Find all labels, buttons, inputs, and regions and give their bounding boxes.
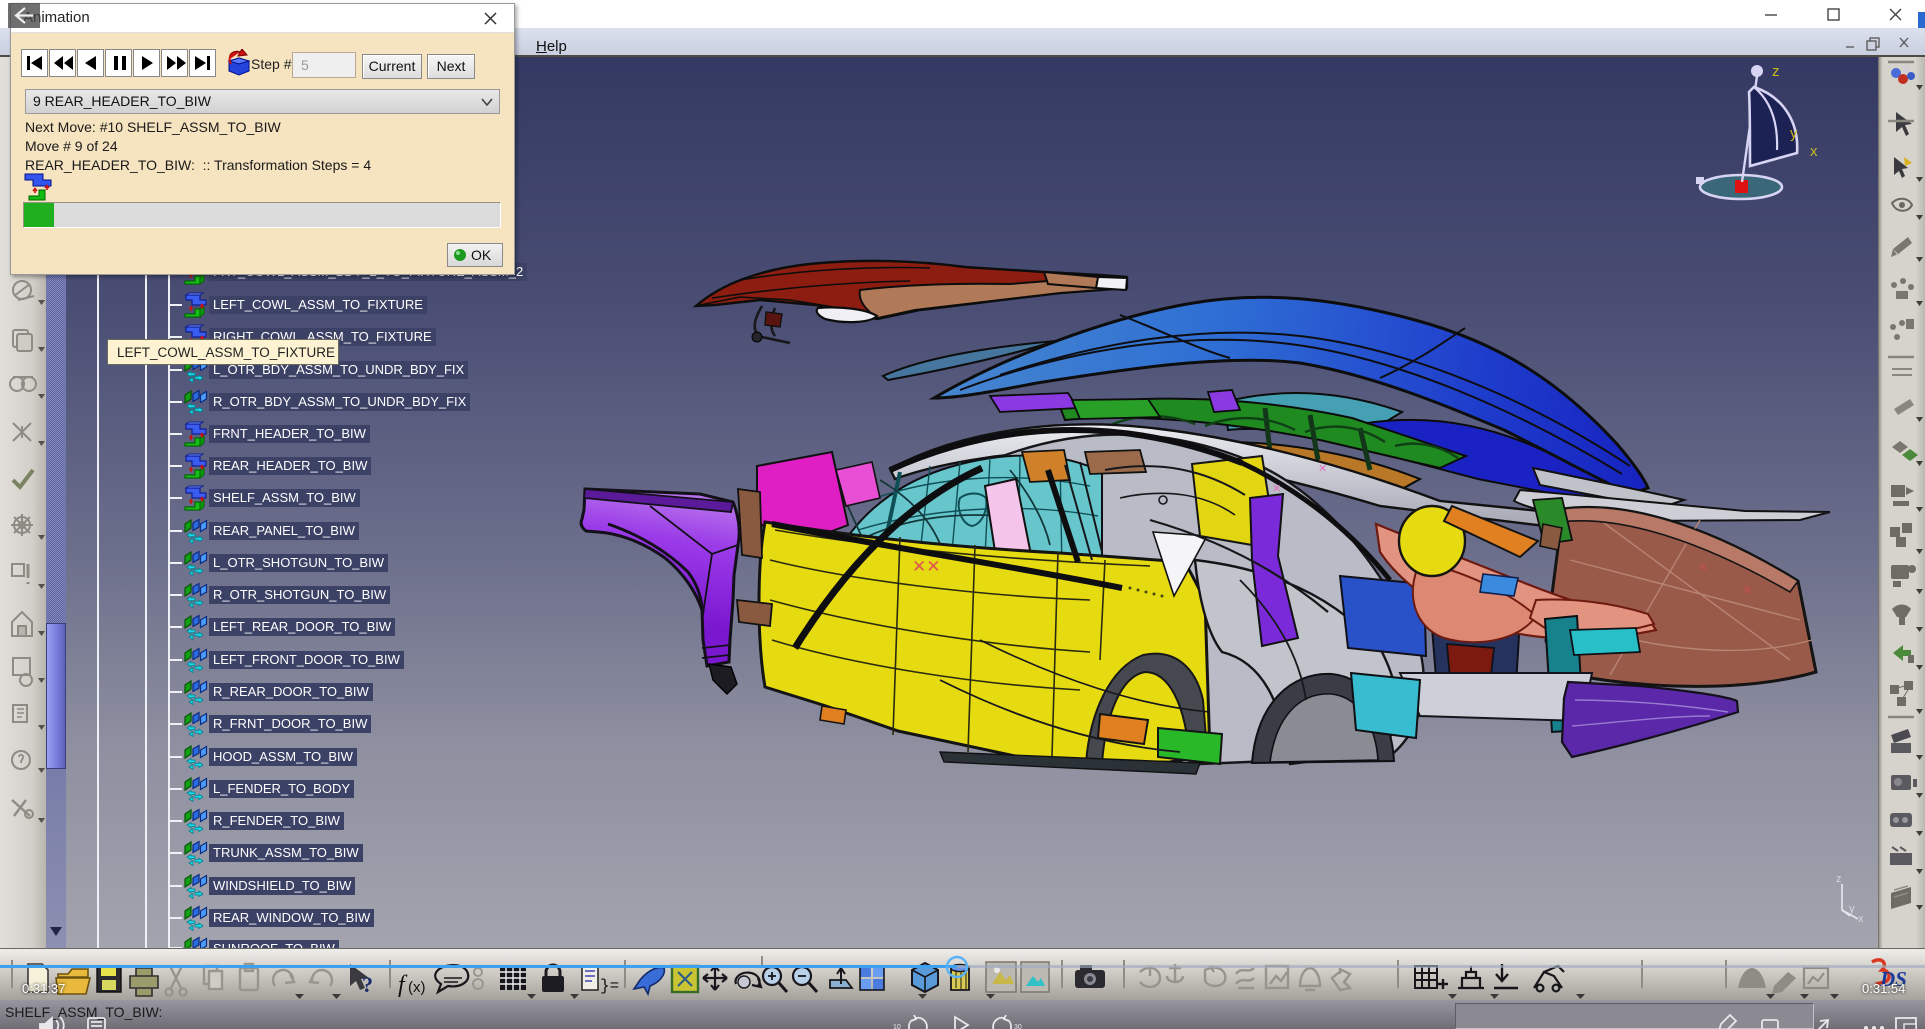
svg-text:z: z: [1836, 873, 1842, 885]
svg-text:✕: ✕: [1698, 560, 1709, 575]
svg-text:z: z: [1772, 63, 1780, 80]
svg-text:✕✕: ✕✕: [912, 557, 941, 576]
svg-text:30: 30: [1014, 1024, 1022, 1029]
svg-text:10: 10: [893, 1024, 901, 1029]
svg-text:y: y: [1790, 125, 1798, 142]
svg-text:x: x: [1810, 143, 1818, 160]
svg-text:✕: ✕: [1318, 463, 1327, 475]
svg-text:✕: ✕: [1742, 582, 1753, 597]
svg-text:(x): (x): [408, 979, 426, 996]
svg-text:}=: }=: [600, 977, 619, 995]
svg-text:?: ?: [362, 972, 373, 997]
svg-text:x: x: [1858, 913, 1864, 925]
svg-text:f: f: [398, 972, 408, 998]
svg-text:✕: ✕: [1272, 483, 1281, 495]
svg-text:y: y: [1849, 903, 1855, 915]
